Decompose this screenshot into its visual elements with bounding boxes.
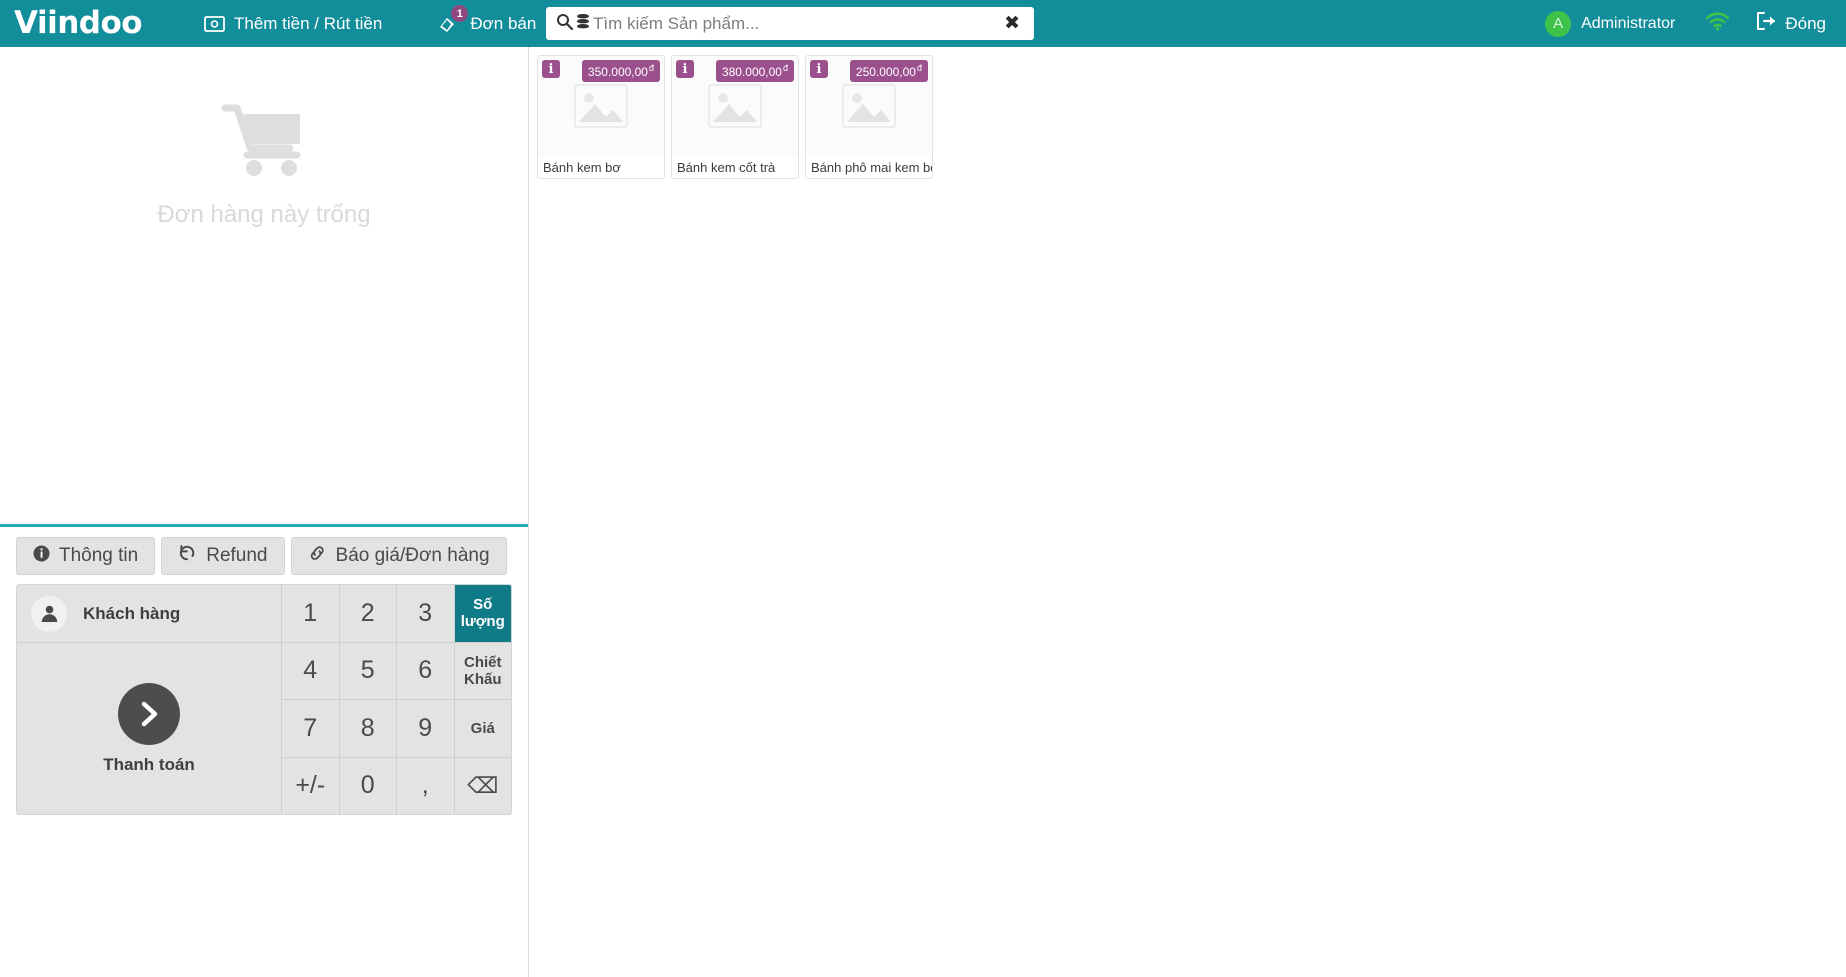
numpad-key-comma[interactable]: ,	[397, 757, 454, 814]
shopping-cart-icon	[221, 102, 307, 183]
numpad-key-plusminus[interactable]: +/-	[282, 757, 339, 814]
product-name-label: Bánh kem cốt trà	[677, 159, 776, 175]
refund-icon	[178, 544, 197, 568]
customer-icon	[31, 595, 67, 632]
refund-button[interactable]: Refund	[161, 537, 285, 575]
product-currency: đ	[782, 63, 788, 73]
product-name-label: Bánh kem bơ	[543, 159, 621, 175]
numpad-key-8[interactable]: 8	[339, 700, 396, 757]
product-card[interactable]: i 350.000,00đ Bánh kem bơ	[537, 55, 665, 179]
customer-payment-column: Khách hàng Thanh toán	[17, 585, 282, 814]
numpad-key-2[interactable]: 2	[339, 585, 396, 642]
order-info-button[interactable]: Thông tin	[16, 537, 156, 575]
close-session-label: Đóng	[1785, 13, 1826, 33]
numpad-backspace-button[interactable]: ⌫	[454, 757, 511, 814]
product-name-label: Bánh phô mai kem bơ	[811, 159, 932, 175]
order-panel: Đơn hàng này trống Thông tin Refund Báo …	[0, 47, 529, 977]
mode-discount-button[interactable]: Chiết Khấu	[454, 642, 511, 699]
customer-label: Khách hàng	[83, 603, 181, 623]
mode-quantity-button[interactable]: Số lượng	[454, 585, 511, 642]
link-icon	[308, 544, 327, 568]
info-icon	[33, 545, 50, 568]
search-icon	[556, 13, 574, 35]
product-info-icon[interactable]: i	[676, 60, 694, 78]
payment-button[interactable]: Thanh toán	[17, 643, 281, 814]
numpad-key-1[interactable]: 1	[282, 585, 339, 642]
logout-icon	[1756, 12, 1777, 35]
numpad-key-3[interactable]: 3	[397, 585, 454, 642]
product-price-badge: 380.000,00đ	[715, 60, 794, 82]
numpad-key-6[interactable]: 6	[397, 642, 454, 699]
product-info-icon[interactable]: i	[542, 60, 560, 78]
product-panel: i 350.000,00đ Bánh kem bơ i 380.000,00đ	[529, 47, 1846, 977]
cash-in-out-label: Thêm tiền / Rút tiền	[234, 13, 383, 33]
product-price-badge: 250.000,00đ	[849, 60, 928, 82]
order-info-label: Thông tin	[59, 545, 139, 566]
cash-in-out-button[interactable]: Thêm tiền / Rút tiền	[190, 0, 396, 47]
search-icons-group	[556, 13, 591, 35]
product-grid: i 350.000,00đ Bánh kem bơ i 380.000,00đ	[537, 55, 1846, 179]
product-price-value: 350.000,00	[587, 65, 648, 79]
numpad-key-5[interactable]: 5	[339, 642, 396, 699]
empty-order-label: Đơn hàng này trống	[157, 201, 371, 228]
banknote-icon	[204, 15, 225, 32]
product-card[interactable]: i 250.000,00đ Bánh phô mai kem bơ	[805, 55, 933, 179]
mode-price-button[interactable]: Giá	[454, 700, 511, 757]
numeric-keypad: 1 2 3 Số lượng 4 5 6 Chiết Khấu 7 8 9 Gi…	[282, 585, 511, 814]
customer-button[interactable]: Khách hàng	[17, 585, 281, 643]
header-right-group: A Administrator Đóng	[1531, 0, 1846, 47]
clear-search-icon[interactable]: ✖	[1000, 14, 1024, 33]
user-name-label: Administrator	[1581, 14, 1676, 32]
product-info-icon[interactable]: i	[810, 60, 828, 78]
refund-label: Refund	[206, 545, 268, 566]
search-input[interactable]	[591, 13, 1001, 34]
product-price-value: 250.000,00	[855, 65, 916, 79]
app-logo[interactable]: Viindoo	[0, 8, 190, 39]
orders-button[interactable]: 1 Đơn bán	[424, 0, 550, 47]
avatar: A	[1545, 10, 1572, 37]
chevron-right-icon	[118, 682, 180, 745]
empty-order-state: Đơn hàng này trống	[0, 47, 528, 524]
user-menu[interactable]: A Administrator	[1531, 10, 1689, 37]
numpad-key-7[interactable]: 7	[282, 700, 339, 757]
product-search-bar[interactable]: ✖	[546, 7, 1034, 40]
orders-label: Đơn bán	[470, 13, 537, 33]
product-price-badge: 350.000,00đ	[581, 60, 660, 82]
database-icon	[575, 13, 591, 35]
quotation-order-label: Báo giá/Đơn hàng	[335, 545, 490, 566]
orders-count-badge: 1	[451, 5, 469, 22]
payment-numpad-area: Khách hàng Thanh toán 1 2 3 Số lượng 4 5…	[16, 584, 512, 815]
app-header: Viindoo Thêm tiền / Rút tiền 1 Đơn bán T…	[0, 0, 1846, 47]
close-session-button[interactable]: Đóng	[1746, 12, 1834, 35]
quotation-order-button[interactable]: Báo giá/Đơn hàng	[290, 537, 507, 575]
order-action-row: Thông tin Refund Báo giá/Đơn hàng	[16, 537, 512, 575]
product-price-value: 380.000,00	[721, 65, 782, 79]
wifi-icon	[1705, 11, 1730, 36]
payment-label: Thanh toán	[103, 754, 195, 774]
numpad-key-9[interactable]: 9	[397, 700, 454, 757]
connection-status[interactable]	[1689, 11, 1746, 36]
numpad-key-0[interactable]: 0	[339, 757, 396, 814]
app-body: Đơn hàng này trống Thông tin Refund Báo …	[0, 47, 1846, 977]
product-currency: đ	[648, 63, 654, 73]
numpad-key-4[interactable]: 4	[282, 642, 339, 699]
product-currency: đ	[916, 63, 922, 73]
order-controls: Thông tin Refund Báo giá/Đơn hàng Khách …	[0, 524, 528, 977]
product-card[interactable]: i 380.000,00đ Bánh kem cốt trà	[671, 55, 799, 179]
